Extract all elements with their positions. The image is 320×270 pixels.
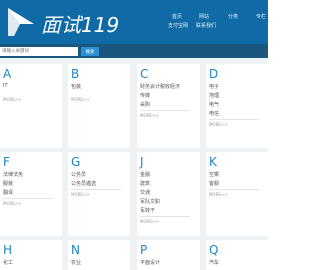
category-card-b: B 包装 MORE>> xyxy=(68,64,130,148)
nav-link-alipay[interactable]: 支付宝网 xyxy=(168,22,188,29)
nav-link-categories[interactable]: 分类 xyxy=(228,13,238,20)
category-card-n: N 农业 xyxy=(68,240,130,270)
category-card-k: K 空乘 客服 MORE>> xyxy=(206,152,268,236)
category-link[interactable]: 电气 xyxy=(209,101,219,108)
category-link[interactable]: 电子 xyxy=(209,83,219,90)
nav-link-sites[interactable]: 网站 xyxy=(199,13,209,20)
category-link[interactable]: 财务会计税收经济 xyxy=(140,83,180,90)
category-card-c: C 财务会计税收经济 传媒 采购 MORE>> xyxy=(137,64,200,148)
more-link[interactable]: MORE>> xyxy=(209,192,228,197)
more-link[interactable]: MORE>> xyxy=(71,192,90,197)
category-letter: H xyxy=(3,243,13,257)
category-link[interactable]: 化工 xyxy=(3,259,13,266)
category-link[interactable]: 服装 xyxy=(3,180,13,187)
logo-text[interactable]: 面试119 xyxy=(41,9,119,38)
category-card-g: G 公务员 公务员遴选 MORE>> xyxy=(68,152,130,236)
category-link[interactable]: 军转干 xyxy=(140,207,155,214)
more-link[interactable]: MORE>> xyxy=(3,201,22,206)
category-link[interactable]: 空乘 xyxy=(209,171,219,178)
category-link[interactable]: 地理 xyxy=(209,92,219,99)
category-letter: N xyxy=(71,243,80,257)
category-link[interactable]: 建筑 xyxy=(140,180,150,187)
divider xyxy=(140,110,190,111)
category-letter: A xyxy=(3,67,12,81)
category-card-j: J 金融 建筑 交通 军队文职 军转干 MORE>> xyxy=(137,152,200,236)
category-link[interactable]: 军队文职 xyxy=(140,198,160,205)
category-letter: J xyxy=(140,155,144,169)
site-header: 面试119 首页 网站 分类 专栏 支付宝网 联系我们 xyxy=(0,0,268,44)
more-link[interactable]: MORE>> xyxy=(140,113,159,118)
category-letter: C xyxy=(140,67,149,81)
category-link[interactable]: 采购 xyxy=(140,101,150,108)
category-letter: G xyxy=(71,155,81,169)
category-card-q: Q 汽车 xyxy=(206,240,268,270)
category-link[interactable]: 平面设计 xyxy=(140,259,160,266)
category-link[interactable]: 公务员 xyxy=(71,171,86,178)
more-link[interactable]: MORE>> xyxy=(71,97,90,102)
category-link[interactable]: 客服 xyxy=(209,180,219,187)
category-letter: K xyxy=(209,155,217,169)
more-link[interactable]: MORE>> xyxy=(3,97,22,102)
category-link[interactable]: 农业 xyxy=(71,259,81,266)
logo-icon[interactable] xyxy=(7,7,35,37)
divider xyxy=(209,119,259,120)
category-card-h: H 化工 xyxy=(0,240,62,270)
more-link[interactable]: MORE>> xyxy=(209,122,228,127)
category-card-p: P 平面设计 xyxy=(137,240,200,270)
category-link[interactable]: 法律法务 xyxy=(3,171,23,178)
search-input[interactable] xyxy=(0,47,78,56)
category-letter: F xyxy=(3,155,10,169)
category-letter: B xyxy=(71,67,80,81)
category-link[interactable]: 电信 xyxy=(209,110,219,117)
nav-link-home[interactable]: 首页 xyxy=(172,13,182,20)
category-link[interactable]: 金融 xyxy=(140,171,150,178)
nav-link-contact[interactable]: 联系我们 xyxy=(196,22,216,29)
category-link[interactable]: 汽车 xyxy=(209,259,219,266)
search-button[interactable]: 搜索 xyxy=(81,47,99,56)
nav-link-columns[interactable]: 专栏 xyxy=(256,13,266,20)
divider xyxy=(209,189,259,190)
category-card-f: F 法律法务 服装 翻译 MORE>> xyxy=(0,152,62,236)
category-link[interactable]: IT xyxy=(3,83,8,89)
category-link[interactable]: 包装 xyxy=(71,83,81,90)
category-letter: P xyxy=(140,243,148,257)
category-card-a: A IT MORE>> xyxy=(0,64,62,148)
category-link[interactable]: 交通 xyxy=(140,189,150,196)
category-link[interactable]: 公务员遴选 xyxy=(71,180,96,187)
divider xyxy=(71,189,121,190)
divider xyxy=(3,198,53,199)
category-letter: D xyxy=(209,67,219,81)
category-card-d: D 电子 地理 电气 电信 MORE>> xyxy=(206,64,268,148)
category-link[interactable]: 翻译 xyxy=(3,189,13,196)
more-link[interactable]: MORE>> xyxy=(140,219,159,224)
divider xyxy=(140,216,190,217)
category-letter: Q xyxy=(209,243,219,257)
category-link[interactable]: 传媒 xyxy=(140,92,150,99)
